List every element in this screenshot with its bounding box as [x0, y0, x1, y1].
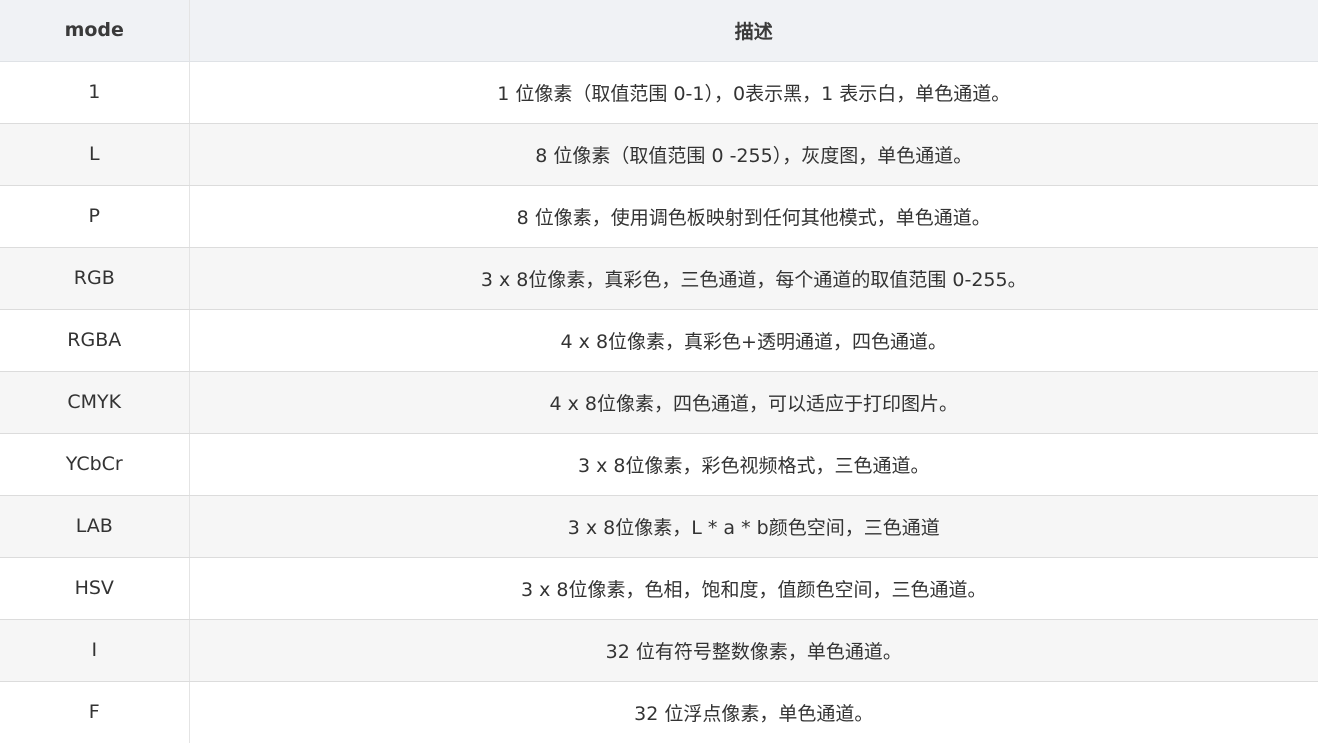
- cell-mode: CMYK: [0, 371, 190, 434]
- cell-description: 3 x 8位像素，彩色视频格式，三色通道。: [189, 433, 1318, 496]
- table-row: F 32 位浮点像素，单色通道。: [0, 681, 1318, 743]
- table-row: CMYK 4 x 8位像素，四色通道，可以适应于打印图片。: [0, 371, 1318, 434]
- cell-mode: P: [0, 185, 190, 248]
- cell-mode: L: [0, 123, 190, 186]
- header-description: 描述: [189, 0, 1318, 62]
- cell-description: 3 x 8位像素，色相，饱和度，值颜色空间，三色通道。: [189, 557, 1318, 620]
- table-row: LAB 3 x 8位像素，L * a * b颜色空间，三色通道: [0, 495, 1318, 558]
- table-body: 1 1 位像素（取值范围 0-1），0表示黑，1 表示白，单色通道。 L 8 位…: [0, 61, 1318, 743]
- cell-description: 32 位浮点像素，单色通道。: [189, 681, 1318, 743]
- table-row: RGB 3 x 8位像素，真彩色，三色通道，每个通道的取值范围 0-255。: [0, 247, 1318, 310]
- cell-mode: F: [0, 681, 190, 743]
- table-row: HSV 3 x 8位像素，色相，饱和度，值颜色空间，三色通道。: [0, 557, 1318, 620]
- table-row: I 32 位有符号整数像素，单色通道。: [0, 619, 1318, 682]
- cell-mode: HSV: [0, 557, 190, 620]
- table-row: YCbCr 3 x 8位像素，彩色视频格式，三色通道。: [0, 433, 1318, 496]
- cell-description: 3 x 8位像素，L * a * b颜色空间，三色通道: [189, 495, 1318, 558]
- cell-description: 3 x 8位像素，真彩色，三色通道，每个通道的取值范围 0-255。: [189, 247, 1318, 310]
- cell-description: 1 位像素（取值范围 0-1），0表示黑，1 表示白，单色通道。: [189, 61, 1318, 124]
- cell-mode: YCbCr: [0, 433, 190, 496]
- table-row: P 8 位像素，使用调色板映射到任何其他模式，单色通道。: [0, 185, 1318, 248]
- cell-description: 4 x 8位像素，真彩色+透明通道，四色通道。: [189, 309, 1318, 372]
- cell-mode: RGBA: [0, 309, 190, 372]
- header-row: mode 描述: [0, 0, 1318, 62]
- cell-mode: LAB: [0, 495, 190, 558]
- header-mode: mode: [0, 0, 190, 62]
- cell-description: 8 位像素（取值范围 0 -255），灰度图，单色通道。: [189, 123, 1318, 186]
- cell-description: 8 位像素，使用调色板映射到任何其他模式，单色通道。: [189, 185, 1318, 248]
- image-mode-table: mode 描述 1 1 位像素（取值范围 0-1），0表示黑，1 表示白，单色通…: [0, 0, 1318, 743]
- cell-mode: 1: [0, 61, 190, 124]
- cell-mode: RGB: [0, 247, 190, 310]
- table-row: 1 1 位像素（取值范围 0-1），0表示黑，1 表示白，单色通道。: [0, 61, 1318, 124]
- cell-description: 32 位有符号整数像素，单色通道。: [189, 619, 1318, 682]
- table-row: RGBA 4 x 8位像素，真彩色+透明通道，四色通道。: [0, 309, 1318, 372]
- cell-mode: I: [0, 619, 190, 682]
- table-header: mode 描述: [0, 0, 1318, 62]
- table-row: L 8 位像素（取值范围 0 -255），灰度图，单色通道。: [0, 123, 1318, 186]
- cell-description: 4 x 8位像素，四色通道，可以适应于打印图片。: [189, 371, 1318, 434]
